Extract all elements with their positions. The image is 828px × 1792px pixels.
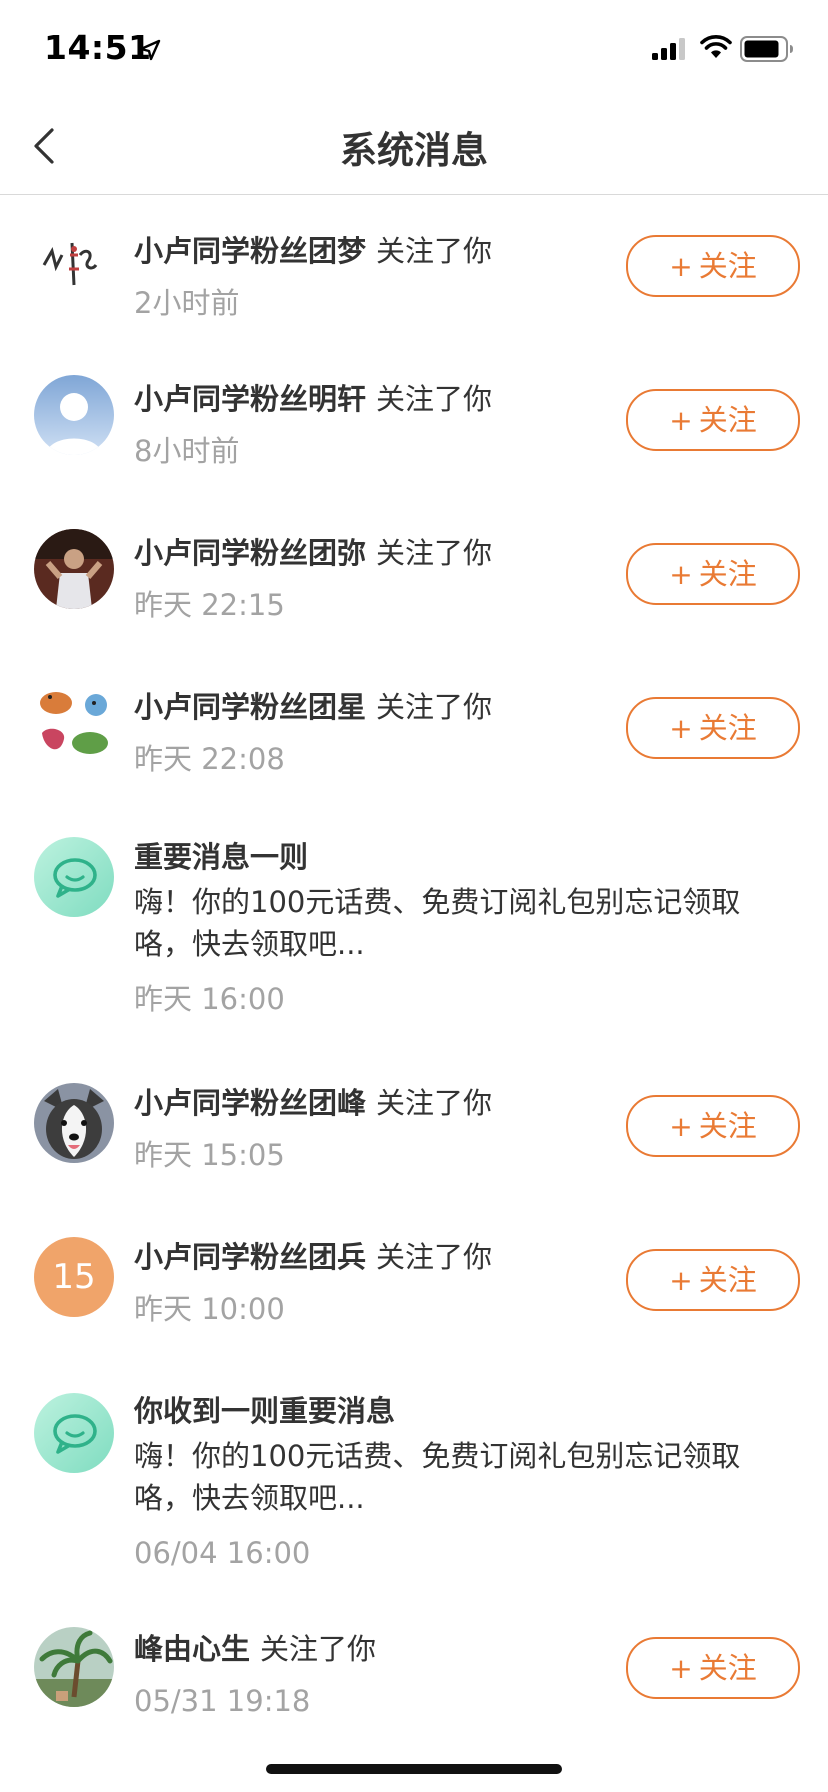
item-title: 小卢同学粉丝团峰 关注了你 xyxy=(134,1083,492,1123)
message-body: 嗨！你的100元话费、免费订阅礼包别忘记领取咯，快去领取吧... xyxy=(134,885,741,961)
follow-button[interactable]: + 关注 xyxy=(626,543,800,605)
list-item[interactable]: 小卢同学粉丝团峰 关注了你 昨天 15:05 + 关注 xyxy=(0,1043,828,1197)
plus-icon: + xyxy=(669,1652,693,1685)
plus-icon: + xyxy=(669,404,693,437)
follow-label: 关注 xyxy=(698,1651,757,1685)
follow-button[interactable]: + 关注 xyxy=(626,389,800,451)
list-item[interactable]: 小卢同学粉丝团梦 关注了你 2小时前 + 关注 xyxy=(0,195,828,349)
system-chat-icon[interactable] xyxy=(34,1393,114,1473)
home-indicator[interactable] xyxy=(266,1764,562,1774)
follow-label: 关注 xyxy=(698,711,757,745)
follow-button[interactable]: + 关注 xyxy=(626,697,800,759)
plus-icon: + xyxy=(669,1110,693,1143)
follow-action-text: 关注了你 xyxy=(376,1240,493,1274)
wifi-icon xyxy=(700,35,732,58)
follow-action-text: 关注了你 xyxy=(376,536,493,570)
follow-button[interactable]: + 关注 xyxy=(626,1095,800,1157)
plus-icon: + xyxy=(669,250,693,283)
item-title: 小卢同学粉丝明轩 关注了你 xyxy=(134,379,492,419)
timestamp: 昨天 16:00 xyxy=(134,982,285,1016)
status-time: 14:51 xyxy=(44,28,152,67)
follow-label: 关注 xyxy=(698,1263,757,1297)
item-title: 小卢同学粉丝团弥 关注了你 xyxy=(134,533,492,573)
follow-action-text: 关注了你 xyxy=(376,1086,493,1120)
list-item[interactable]: 15 小卢同学粉丝团兵 关注了你 昨天 10:00 + 关注 xyxy=(0,1197,828,1351)
follow-label: 关注 xyxy=(698,403,757,437)
list-item[interactable]: 小卢同学粉丝明轩 关注了你 8小时前 + 关注 xyxy=(0,349,828,503)
item-title: 小卢同学粉丝团兵 关注了你 xyxy=(134,1237,492,1277)
follow-button[interactable]: + 关注 xyxy=(626,1637,800,1699)
item-title: 峰由心生 关注了你 xyxy=(134,1629,376,1669)
item-title: 小卢同学粉丝团星 关注了你 xyxy=(134,687,492,727)
username: 小卢同学粉丝团星 xyxy=(134,690,367,724)
photo-avatar[interactable] xyxy=(34,529,114,609)
default-avatar[interactable] xyxy=(34,375,114,455)
timestamp: 昨天 15:05 xyxy=(134,1138,285,1172)
follow-label: 关注 xyxy=(698,557,757,591)
nav-bar: 系统消息 xyxy=(0,100,828,195)
timestamp: 昨天 22:08 xyxy=(134,742,285,776)
illustration-avatar[interactable] xyxy=(34,683,114,763)
item-title: 小卢同学粉丝团梦 关注了你 xyxy=(134,231,492,271)
status-bar: 14:51 xyxy=(0,0,828,100)
battery-icon xyxy=(740,36,793,62)
doodle-avatar[interactable] xyxy=(34,225,114,305)
system-message-item[interactable]: 重要消息一则 嗨！你的100元话费、免费订阅礼包别忘记领取咯，快去领取吧... … xyxy=(0,811,828,1043)
palm-tree-avatar[interactable] xyxy=(34,1627,114,1707)
plus-icon: + xyxy=(669,712,693,745)
timestamp: 昨天 10:00 xyxy=(134,1292,285,1326)
username: 峰由心生 xyxy=(134,1632,251,1666)
follow-button[interactable]: + 关注 xyxy=(626,235,800,297)
username: 小卢同学粉丝团峰 xyxy=(134,1086,367,1120)
list-item[interactable]: 小卢同学粉丝团星 关注了你 昨天 22:08 + 关注 xyxy=(0,657,828,811)
message-body: 嗨！你的100元话费、免费订阅礼包别忘记领取咯，快去领取吧... xyxy=(134,1439,741,1515)
avatar-number: 15 xyxy=(52,1257,96,1297)
husky-avatar[interactable] xyxy=(34,1083,114,1163)
timestamp: 昨天 22:15 xyxy=(134,588,285,622)
follow-label: 关注 xyxy=(698,249,757,283)
system-chat-icon[interactable] xyxy=(34,837,114,917)
username: 小卢同学粉丝团兵 xyxy=(134,1240,367,1274)
follow-button[interactable]: + 关注 xyxy=(626,1249,800,1311)
follow-action-text: 关注了你 xyxy=(260,1632,377,1666)
timestamp: 8小时前 xyxy=(134,434,240,468)
timestamp: 2小时前 xyxy=(134,286,240,320)
timestamp: 06/04 16:00 xyxy=(134,1536,311,1570)
message-title: 重要消息一则 xyxy=(134,840,309,874)
location-arrow-icon xyxy=(139,39,161,61)
list-item[interactable]: 峰由心生 关注了你 05/31 19:18 + 关注 xyxy=(0,1591,828,1715)
follow-label: 关注 xyxy=(698,1109,757,1143)
follow-action-text: 关注了你 xyxy=(376,690,493,724)
plus-icon: + xyxy=(669,558,693,591)
username: 小卢同学粉丝明轩 xyxy=(134,382,367,416)
list-item[interactable]: 小卢同学粉丝团弥 关注了你 昨天 22:15 + 关注 xyxy=(0,503,828,657)
message-title: 你收到一则重要消息 xyxy=(134,1394,396,1428)
timestamp: 05/31 19:18 xyxy=(134,1684,311,1715)
signal-icon xyxy=(652,38,685,60)
username: 小卢同学粉丝团弥 xyxy=(134,536,367,570)
follow-action-text: 关注了你 xyxy=(376,234,493,268)
plus-icon: + xyxy=(669,1264,693,1297)
follow-action-text: 关注了你 xyxy=(376,382,493,416)
page-title: 系统消息 xyxy=(340,129,488,172)
number-avatar[interactable]: 15 xyxy=(34,1237,114,1317)
username: 小卢同学粉丝团梦 xyxy=(134,234,367,268)
system-message-item[interactable]: 你收到一则重要消息 嗨！你的100元话费、免费订阅礼包别忘记领取咯，快去领取吧.… xyxy=(0,1351,828,1591)
message-list[interactable]: 小卢同学粉丝团梦 关注了你 2小时前 + 关注 小卢同学粉丝明轩 关注了你 8小… xyxy=(0,195,828,1715)
